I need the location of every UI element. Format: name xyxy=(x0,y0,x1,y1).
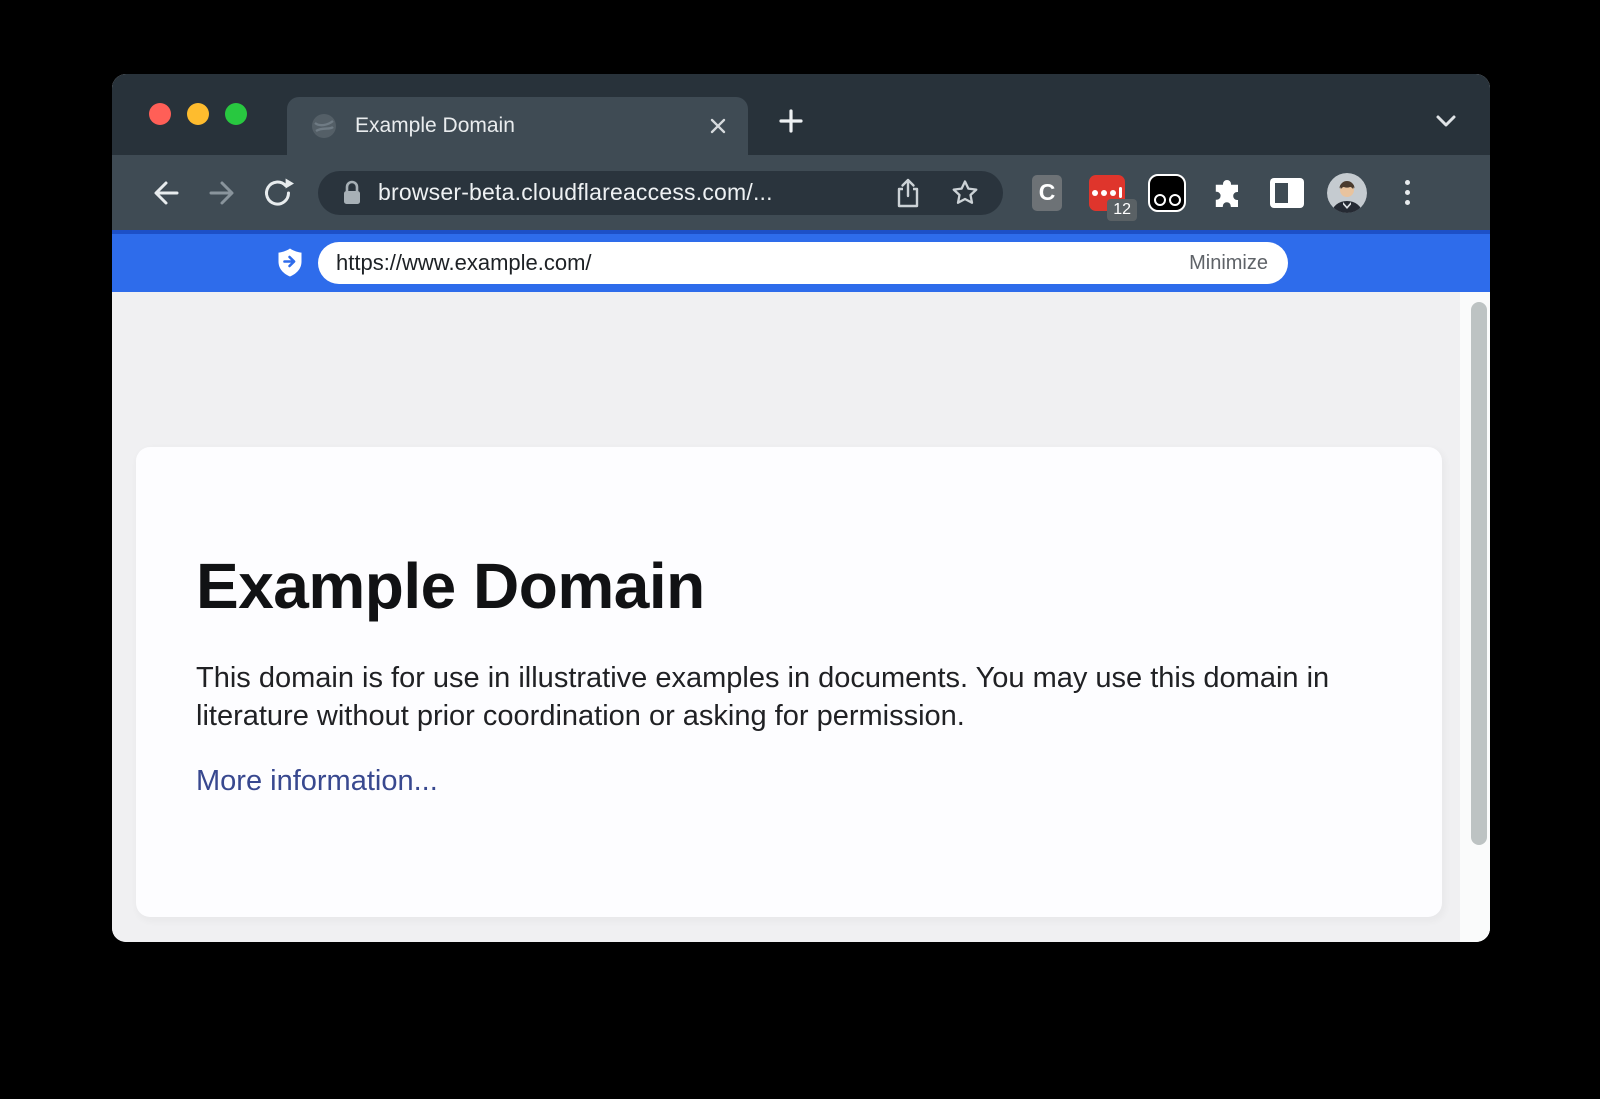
tab-example-domain[interactable]: Example Domain xyxy=(287,97,748,155)
close-window-button[interactable] xyxy=(149,103,171,125)
shield-arrow-icon xyxy=(276,247,304,279)
password-manager-icon: 12 xyxy=(1089,175,1125,211)
page-paragraph: This domain is for use in illustrative e… xyxy=(196,659,1356,735)
extension-c-label: C xyxy=(1032,175,1062,211)
profile-avatar[interactable] xyxy=(1317,163,1377,223)
scrollbar-thumb[interactable] xyxy=(1471,302,1487,845)
forward-icon[interactable] xyxy=(194,165,250,221)
address-url: browser-beta.cloudflareaccess.com/... xyxy=(378,179,867,206)
browser-menu-button[interactable] xyxy=(1377,163,1437,223)
extensions-puzzle-button[interactable] xyxy=(1197,163,1257,223)
side-panel-icon xyxy=(1270,178,1304,208)
remote-browser-banner: https://www.example.com/ Minimize xyxy=(112,230,1490,292)
minimize-banner-button[interactable]: Minimize xyxy=(1189,252,1268,275)
screenshot-stage: Example Domain xyxy=(0,0,1600,1099)
bookmark-star-icon[interactable] xyxy=(949,177,981,209)
minimize-window-button[interactable] xyxy=(187,103,209,125)
binoculars-extension-button[interactable] xyxy=(1137,163,1197,223)
chevron-down-icon[interactable] xyxy=(1432,107,1460,135)
address-bar[interactable]: browser-beta.cloudflareaccess.com/... xyxy=(318,171,1003,215)
back-icon[interactable] xyxy=(138,165,194,221)
zoom-window-button[interactable] xyxy=(225,103,247,125)
avatar xyxy=(1327,173,1367,213)
reload-icon[interactable] xyxy=(250,165,306,221)
password-manager-extension-button[interactable]: 12 xyxy=(1077,163,1137,223)
lock-icon[interactable] xyxy=(338,178,366,208)
tab-strip: Example Domain xyxy=(112,74,1490,155)
extension-badge: 12 xyxy=(1107,199,1137,221)
page-title: Example Domain xyxy=(196,549,1382,623)
content-card: Example Domain This domain is for use in… xyxy=(136,447,1442,917)
remote-url-value: https://www.example.com/ xyxy=(336,250,592,276)
side-panel-button[interactable] xyxy=(1257,163,1317,223)
globe-favicon-icon xyxy=(311,113,337,139)
three-dots-icon xyxy=(1405,180,1410,205)
browser-window: Example Domain xyxy=(112,74,1490,942)
new-tab-button[interactable] xyxy=(778,108,804,134)
toolbar: browser-beta.cloudflareaccess.com/... C xyxy=(112,155,1490,230)
remote-url-input[interactable]: https://www.example.com/ Minimize xyxy=(318,242,1288,284)
extension-c-button[interactable]: C xyxy=(1017,163,1077,223)
more-information-link[interactable]: More information... xyxy=(196,765,438,798)
share-icon[interactable] xyxy=(893,177,923,209)
tab-close-icon[interactable] xyxy=(708,116,728,136)
page-viewport: Example Domain This domain is for use in… xyxy=(112,292,1490,942)
tab-title: Example Domain xyxy=(355,114,708,138)
puzzle-icon xyxy=(1211,177,1243,209)
binoculars-icon xyxy=(1148,174,1186,212)
